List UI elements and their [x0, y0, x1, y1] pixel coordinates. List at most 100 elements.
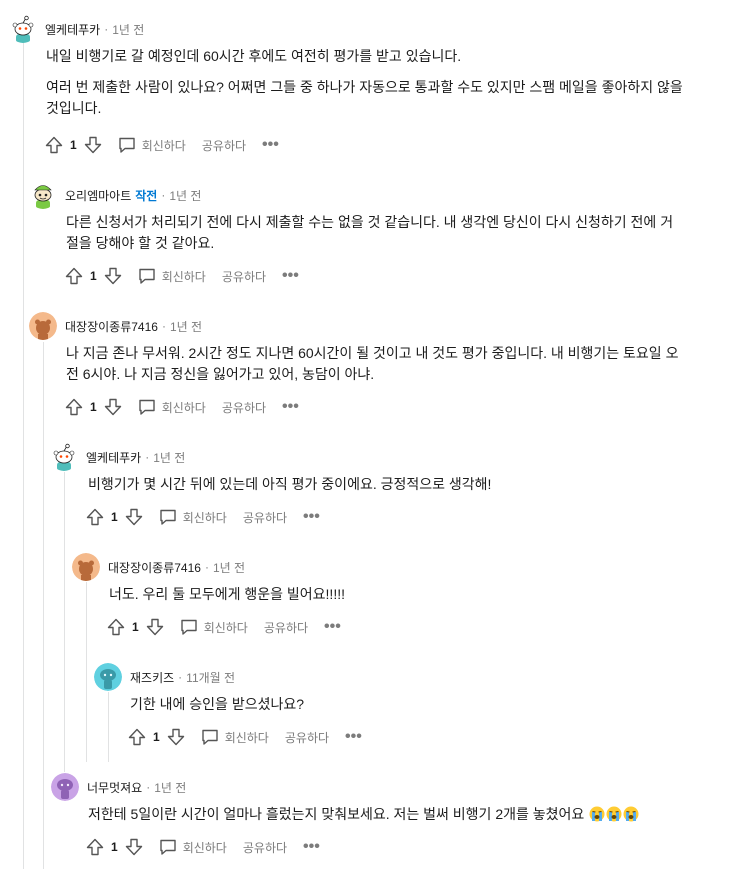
comment-bubble-icon: [180, 619, 197, 635]
vote-score: 1: [132, 620, 139, 634]
share-button[interactable]: 공유하다: [222, 268, 266, 285]
comment-timestamp[interactable]: 1년 전: [154, 779, 186, 796]
more-options-button[interactable]: •••: [282, 268, 299, 284]
snoo-avatar-icon: [50, 443, 78, 471]
comment-timestamp[interactable]: 1년 전: [112, 21, 144, 38]
separator-dot: ·: [178, 670, 183, 684]
comment-paragraph: 나 지금 존나 무서워. 2시간 정도 지나면 60시간이 될 것이고 내 것도…: [66, 345, 679, 382]
comment-timestamp[interactable]: 1년 전: [169, 187, 201, 204]
comment-header: 너무멋져요 · 1년 전: [51, 772, 186, 802]
comment-author[interactable]: 엘케테푸카: [86, 449, 141, 466]
downvote-icon: [104, 398, 121, 416]
avatar[interactable]: [50, 443, 78, 471]
upvote-button[interactable]: [127, 727, 147, 747]
downvote-button[interactable]: [103, 397, 123, 417]
upvote-button[interactable]: [85, 837, 105, 857]
separator-dot: ·: [104, 22, 109, 36]
downvote-button[interactable]: [103, 266, 123, 286]
upvote-button[interactable]: [64, 397, 84, 417]
upvote-button[interactable]: [85, 507, 105, 527]
share-label: 공유하다: [242, 510, 288, 525]
reply-label: 회신하다: [182, 840, 227, 855]
share-button[interactable]: 공유하다: [243, 839, 287, 856]
comment-author[interactable]: 엘케테푸카: [45, 21, 100, 38]
avatar[interactable]: [29, 181, 57, 209]
ghost-avatar-icon: [51, 773, 79, 801]
loudly-crying-face-emoji: [589, 806, 605, 822]
comment-body: 저한테 5일이란 시간이 얼마나 흘렀는지 맞춰보세요. 저는 벌써 비행기 2…: [88, 804, 718, 825]
comment-author[interactable]: 재즈키즈: [130, 669, 174, 686]
reply-button[interactable]: 회신하다: [137, 266, 206, 286]
share-button[interactable]: 공유하다: [202, 137, 246, 154]
share-label: 공유하다: [263, 620, 309, 635]
more-options-button[interactable]: •••: [345, 729, 362, 745]
downvote-button[interactable]: [124, 507, 144, 527]
comment-header: 대장장이종류7416 · 1년 전: [29, 311, 202, 341]
separator-dot: ·: [161, 319, 166, 333]
comment-author[interactable]: 대장장이종류7416: [108, 559, 201, 576]
downvote-icon: [146, 618, 163, 636]
downvote-button[interactable]: [124, 837, 144, 857]
share-button[interactable]: 공유하다: [285, 729, 329, 746]
bear-avatar-icon: [29, 312, 57, 340]
share-button[interactable]: 공유하다: [264, 619, 308, 636]
share-button[interactable]: 공유하다: [243, 509, 287, 526]
more-options-button[interactable]: •••: [324, 619, 341, 635]
duck-avatar-icon: [29, 181, 57, 209]
downvote-button[interactable]: [83, 135, 103, 155]
comment-paragraph: 내일 비행기로 갈 예정인데 60시간 후에도 여전히 평가를 받고 있습니다.: [46, 48, 462, 64]
thread-line[interactable]: [86, 582, 87, 762]
upvote-icon: [128, 728, 146, 746]
comment-author[interactable]: 너무멋져요: [87, 779, 142, 796]
more-options-button[interactable]: •••: [303, 509, 320, 525]
upvote-button[interactable]: [64, 266, 84, 286]
comment-body: 비행기가 몇 시간 뒤에 있는데 아직 평가 중이에요. 긍정적으로 생각해!: [88, 474, 688, 495]
downvote-icon: [104, 267, 121, 285]
loudly-crying-face-emoji: [623, 806, 639, 822]
comment-timestamp[interactable]: 1년 전: [153, 449, 185, 466]
reply-button[interactable]: 회신하다: [158, 507, 227, 527]
share-label: 공유하다: [242, 840, 288, 855]
reply-button[interactable]: 회신하다: [117, 135, 186, 155]
downvote-button[interactable]: [145, 617, 165, 637]
avatar[interactable]: [9, 15, 37, 43]
share-label: 공유하다: [221, 269, 267, 284]
downvote-button[interactable]: [166, 727, 186, 747]
avatar[interactable]: [29, 312, 57, 340]
separator-dot: ·: [145, 450, 150, 464]
comment-timestamp[interactable]: 1년 전: [213, 559, 245, 576]
thread-line[interactable]: [64, 472, 65, 772]
avatar[interactable]: [94, 663, 122, 691]
reply-button[interactable]: 회신하다: [158, 837, 227, 857]
thread-line[interactable]: [23, 40, 24, 869]
op-badge: 작전: [135, 188, 158, 203]
reply-button[interactable]: 회신하다: [137, 397, 206, 417]
comment-action-bar: 1 회신하다 공유하다 •••: [106, 615, 341, 639]
comment-author[interactable]: 대장장이종류7416: [65, 318, 158, 335]
comment-bubble-icon: [159, 839, 176, 855]
more-options-button[interactable]: •••: [303, 839, 320, 855]
comment-author[interactable]: 오리엠마아트: [65, 187, 131, 204]
comment-bubble-icon: [201, 729, 218, 745]
upvote-icon: [86, 838, 104, 856]
comment-timestamp[interactable]: 11개월 전: [186, 669, 235, 686]
upvote-button[interactable]: [44, 135, 64, 155]
avatar[interactable]: [72, 553, 100, 581]
separator-dot: ·: [161, 188, 166, 202]
avatar[interactable]: [51, 773, 79, 801]
comment-timestamp[interactable]: 1년 전: [170, 318, 202, 335]
comment-body: 기한 내에 승인을 받으셨나요?: [130, 694, 690, 715]
comment-header: 엘케테푸카 · 1년 전: [9, 14, 144, 44]
share-label: 공유하다: [284, 730, 330, 745]
share-button[interactable]: 공유하다: [222, 399, 266, 416]
thread-line[interactable]: [108, 692, 109, 762]
more-options-button[interactable]: •••: [262, 137, 279, 153]
comment-bubble-icon: [138, 268, 155, 284]
downvote-icon: [125, 508, 142, 526]
comment-action-bar: 1 회신하다 공유하다 •••: [64, 264, 299, 288]
reply-button[interactable]: 회신하다: [200, 727, 269, 747]
reply-button[interactable]: 회신하다: [179, 617, 248, 637]
thread-line[interactable]: [43, 342, 44, 869]
more-options-button[interactable]: •••: [282, 399, 299, 415]
upvote-button[interactable]: [106, 617, 126, 637]
